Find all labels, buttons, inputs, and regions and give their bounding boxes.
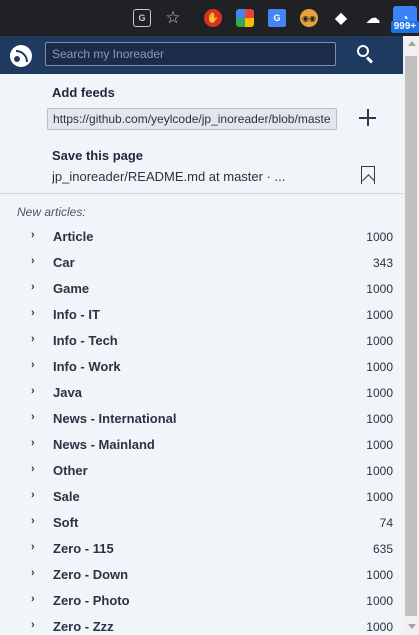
feed-name[interactable]: Info - Work [53,359,121,374]
feed-name[interactable]: Zero - 115 [53,541,114,556]
save-page-label: Save this page [52,148,144,163]
chevron-right-icon[interactable]: › [31,515,35,527]
feed-count: 1000 [366,594,393,608]
feed-item[interactable]: › Info - Work 1000 [0,353,403,379]
search-icon [357,45,369,57]
page-title: jp_inoreader/README.md at master · ... [52,169,286,184]
feed-name[interactable]: Other [53,463,88,478]
feed-url-input[interactable] [47,108,337,130]
search-button[interactable] [355,44,375,64]
feed-name[interactable]: Java [53,385,82,400]
feed-name[interactable]: News - Mainland [53,437,155,452]
scroll-up-arrow-icon[interactable] [408,41,416,46]
stop-icon[interactable]: ✋ [204,9,222,27]
feed-item[interactable]: › Zero - Zzz 1000 [0,613,403,635]
extension-badge: 999+ [391,21,419,33]
face-extension-icon[interactable]: ◉◉ [300,9,318,27]
feed-name[interactable]: News - International [53,411,177,426]
feed-item[interactable]: › Sale 1000 [0,483,403,509]
feed-count: 1000 [366,568,393,582]
feed-item[interactable]: › Info - Tech 1000 [0,327,403,353]
feed-item[interactable]: › Zero - 115 635 [0,535,403,561]
feed-name[interactable]: Game [53,281,89,296]
chevron-right-icon[interactable]: › [31,463,35,475]
diamond-icon[interactable]: ◆ [332,9,350,27]
scrollbar[interactable] [403,36,419,635]
google-translate-icon[interactable]: G [268,9,286,27]
chevron-right-icon[interactable]: › [31,281,35,293]
feed-name[interactable]: Sale [53,489,80,504]
multicolor-extension-icon[interactable] [236,9,254,27]
feed-item[interactable]: › News - International 1000 [0,405,403,431]
translate-icon[interactable]: G [133,9,151,27]
scroll-down-arrow-icon[interactable] [408,624,416,629]
chevron-right-icon[interactable]: › [31,229,35,241]
chevron-right-icon[interactable]: › [31,437,35,449]
feed-count: 1000 [366,334,393,348]
feed-item[interactable]: › Zero - Photo 1000 [0,587,403,613]
divider [0,193,403,194]
feed-count: 1000 [366,438,393,452]
scroll-thumb[interactable] [405,56,417,616]
add-feed-button[interactable] [357,107,379,129]
feed-name[interactable]: Zero - Photo [53,593,130,608]
chevron-right-icon[interactable]: › [31,619,35,631]
feed-count: 1000 [366,620,393,634]
feed-name[interactable]: Soft [53,515,78,530]
feed-list: › Article 1000 › Car 343 › Game 1000 › Info - I… [0,223,403,635]
feed-name[interactable]: Article [53,229,93,244]
add-feeds-label: Add feeds [52,85,115,100]
chevron-right-icon[interactable]: › [31,385,35,397]
chevron-right-icon[interactable]: › [31,307,35,319]
feed-name[interactable]: Info - IT [53,307,100,322]
feed-name[interactable]: Info - Tech [53,333,118,348]
feed-item[interactable]: › Info - IT 1000 [0,301,403,327]
inoreader-logo-icon[interactable] [10,45,32,67]
search-input[interactable] [45,42,336,66]
feed-item[interactable]: › Zero - Down 1000 [0,561,403,587]
chevron-right-icon[interactable]: › [31,593,35,605]
feed-count: 1000 [366,230,393,244]
chevron-right-icon[interactable]: › [31,541,35,553]
chevron-right-icon[interactable]: › [31,411,35,423]
new-articles-label: New articles: [17,205,86,219]
feed-item[interactable]: › News - Mainland 1000 [0,431,403,457]
feed-count: 1000 [366,386,393,400]
cloud-icon[interactable]: ☁ [364,9,382,27]
feed-item[interactable]: › Other 1000 [0,457,403,483]
chevron-right-icon[interactable]: › [31,255,35,267]
feed-count: 1000 [366,360,393,374]
feed-count: 343 [372,256,393,270]
feed-count: 1000 [366,412,393,426]
feed-item[interactable]: › Java 1000 [0,379,403,405]
feed-count: 1000 [366,282,393,296]
feed-item[interactable]: › Article 1000 [0,223,403,249]
chevron-right-icon[interactable]: › [31,567,35,579]
feed-name[interactable]: Car [53,255,75,270]
feed-count: 1000 [366,308,393,322]
feed-count: 1000 [366,464,393,478]
feed-item[interactable]: › Car 343 [0,249,403,275]
feed-name[interactable]: Zero - Zzz [53,619,114,634]
chevron-right-icon[interactable]: › [31,489,35,501]
popup-header [0,36,403,74]
feed-count: 1000 [366,490,393,504]
bookmark-icon[interactable] [361,166,375,184]
feed-count: 74 [379,516,393,530]
feed-item[interactable]: › Game 1000 [0,275,403,301]
chevron-right-icon[interactable]: › [31,359,35,371]
chevron-right-icon[interactable]: › [31,333,35,345]
star-icon[interactable]: ☆ [164,8,182,27]
browser-toolbar: G ☆ ✋ G ◉◉ ◆ ☁ ◔ 999+ [0,0,419,36]
feed-count: 635 [372,542,393,556]
feed-item[interactable]: › Soft 74 [0,509,403,535]
feed-name[interactable]: Zero - Down [53,567,128,582]
